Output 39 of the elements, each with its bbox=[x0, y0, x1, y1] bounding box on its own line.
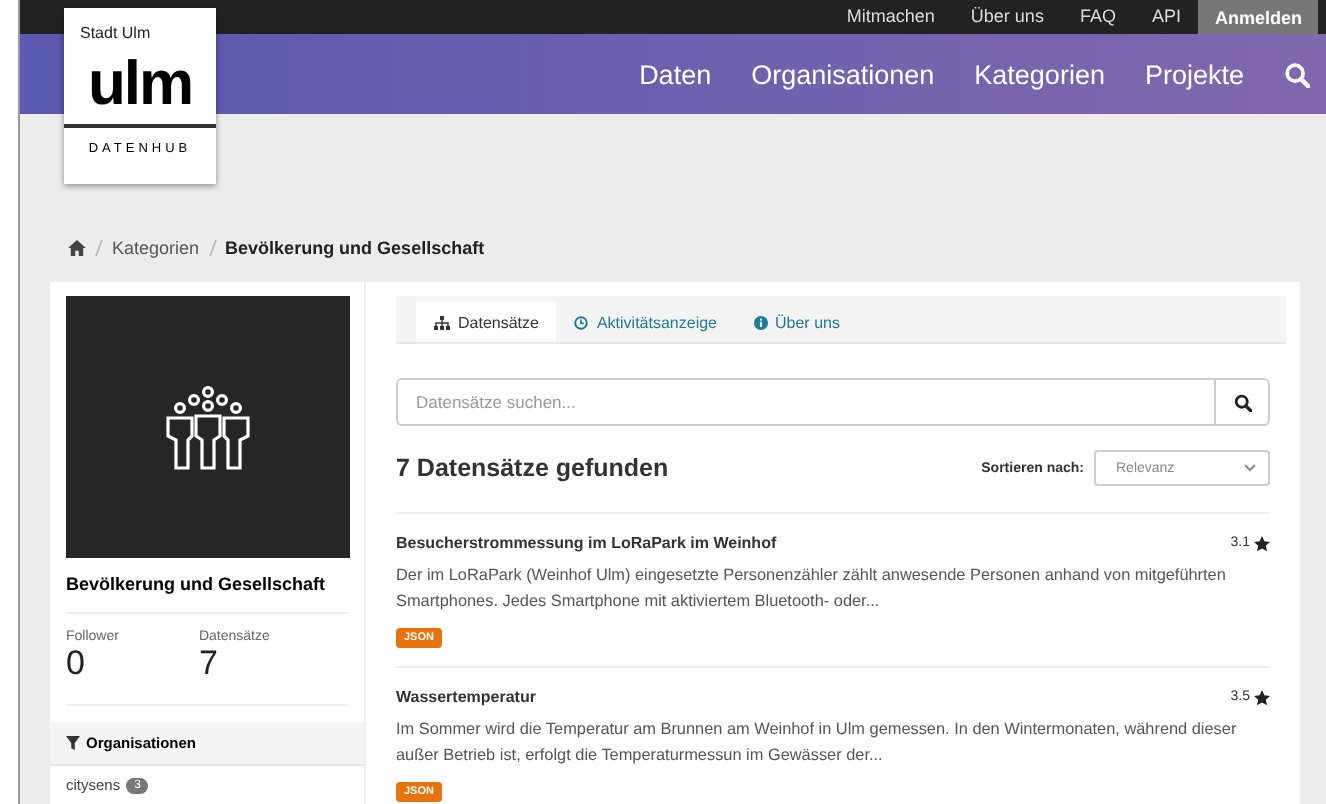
top-link[interactable]: Mitmachen bbox=[828, 0, 953, 34]
dataset-description: Im Sommer wird die Temperatur am Brunnen am Weinhof in Ulm gemessen. In den Wintermonaten, während dieser außer Betrieb ist, erfolgt die Temperaturmessun im Gewässer der... bbox=[396, 718, 1239, 768]
nav-link[interactable]: Daten bbox=[639, 59, 712, 89]
breadcrumb-separator bbox=[95, 240, 103, 256]
login-button[interactable]: Anmelden bbox=[1198, 0, 1318, 34]
clock-icon bbox=[574, 315, 589, 329]
tab[interactable]: Über uns bbox=[735, 302, 858, 342]
top-link[interactable]: API bbox=[1133, 0, 1199, 34]
dataset-title[interactable]: Besucherstrommessung im LoRaPark im Weinhof bbox=[396, 534, 777, 552]
breadcrumb-item[interactable]: Kategorien bbox=[112, 238, 200, 258]
breadcrumb-separator bbox=[208, 240, 216, 256]
search-button[interactable] bbox=[1214, 378, 1270, 426]
logo-wordmark: ulm bbox=[85, 52, 195, 116]
nav-link[interactable]: Organisationen bbox=[751, 59, 935, 89]
info-icon bbox=[753, 315, 767, 329]
people-icon bbox=[164, 385, 252, 469]
star-icon bbox=[1254, 535, 1270, 551]
top-link[interactable]: Über uns bbox=[952, 0, 1062, 34]
home-icon[interactable] bbox=[68, 240, 86, 256]
top-link[interactable]: FAQ bbox=[1061, 0, 1134, 34]
logo-caption: Stadt Ulm bbox=[78, 22, 153, 42]
star-icon bbox=[1254, 689, 1270, 705]
sitemap-icon bbox=[434, 315, 450, 329]
result-count: 7 Datensätze gefunden bbox=[396, 454, 669, 482]
stat-value: 0 bbox=[66, 644, 87, 684]
search-icon[interactable] bbox=[1284, 61, 1310, 87]
tab[interactable]: Aktivitätsanzeige bbox=[556, 302, 735, 342]
search-field[interactable]: Datensätze suchen... bbox=[396, 378, 1214, 426]
caret-icon bbox=[1244, 464, 1256, 472]
stat-value: 7 bbox=[198, 644, 220, 684]
filter-icon bbox=[66, 736, 80, 750]
tab[interactable]: Datensätze bbox=[416, 302, 557, 342]
nav-link[interactable]: Kategorien bbox=[974, 59, 1105, 89]
dataset-description: Der im LoRaPark (Weinhof Ulm) eingesetzte Personenzähler zählt anwesende Personen anhand von mitgeführten Smartphones. Jedes Smartphone mit aktiviertem Bluetooth- oder... bbox=[396, 564, 1228, 614]
category-title: Bevölkerung und Gesellschaft bbox=[66, 574, 348, 614]
breadcrumb-item: Bevölkerung und Gesellschaft bbox=[225, 238, 485, 258]
search-icon bbox=[1233, 393, 1251, 411]
nav-link[interactable]: Projekte bbox=[1144, 59, 1244, 89]
dataset-title[interactable]: Wassertemperatur bbox=[396, 688, 536, 706]
